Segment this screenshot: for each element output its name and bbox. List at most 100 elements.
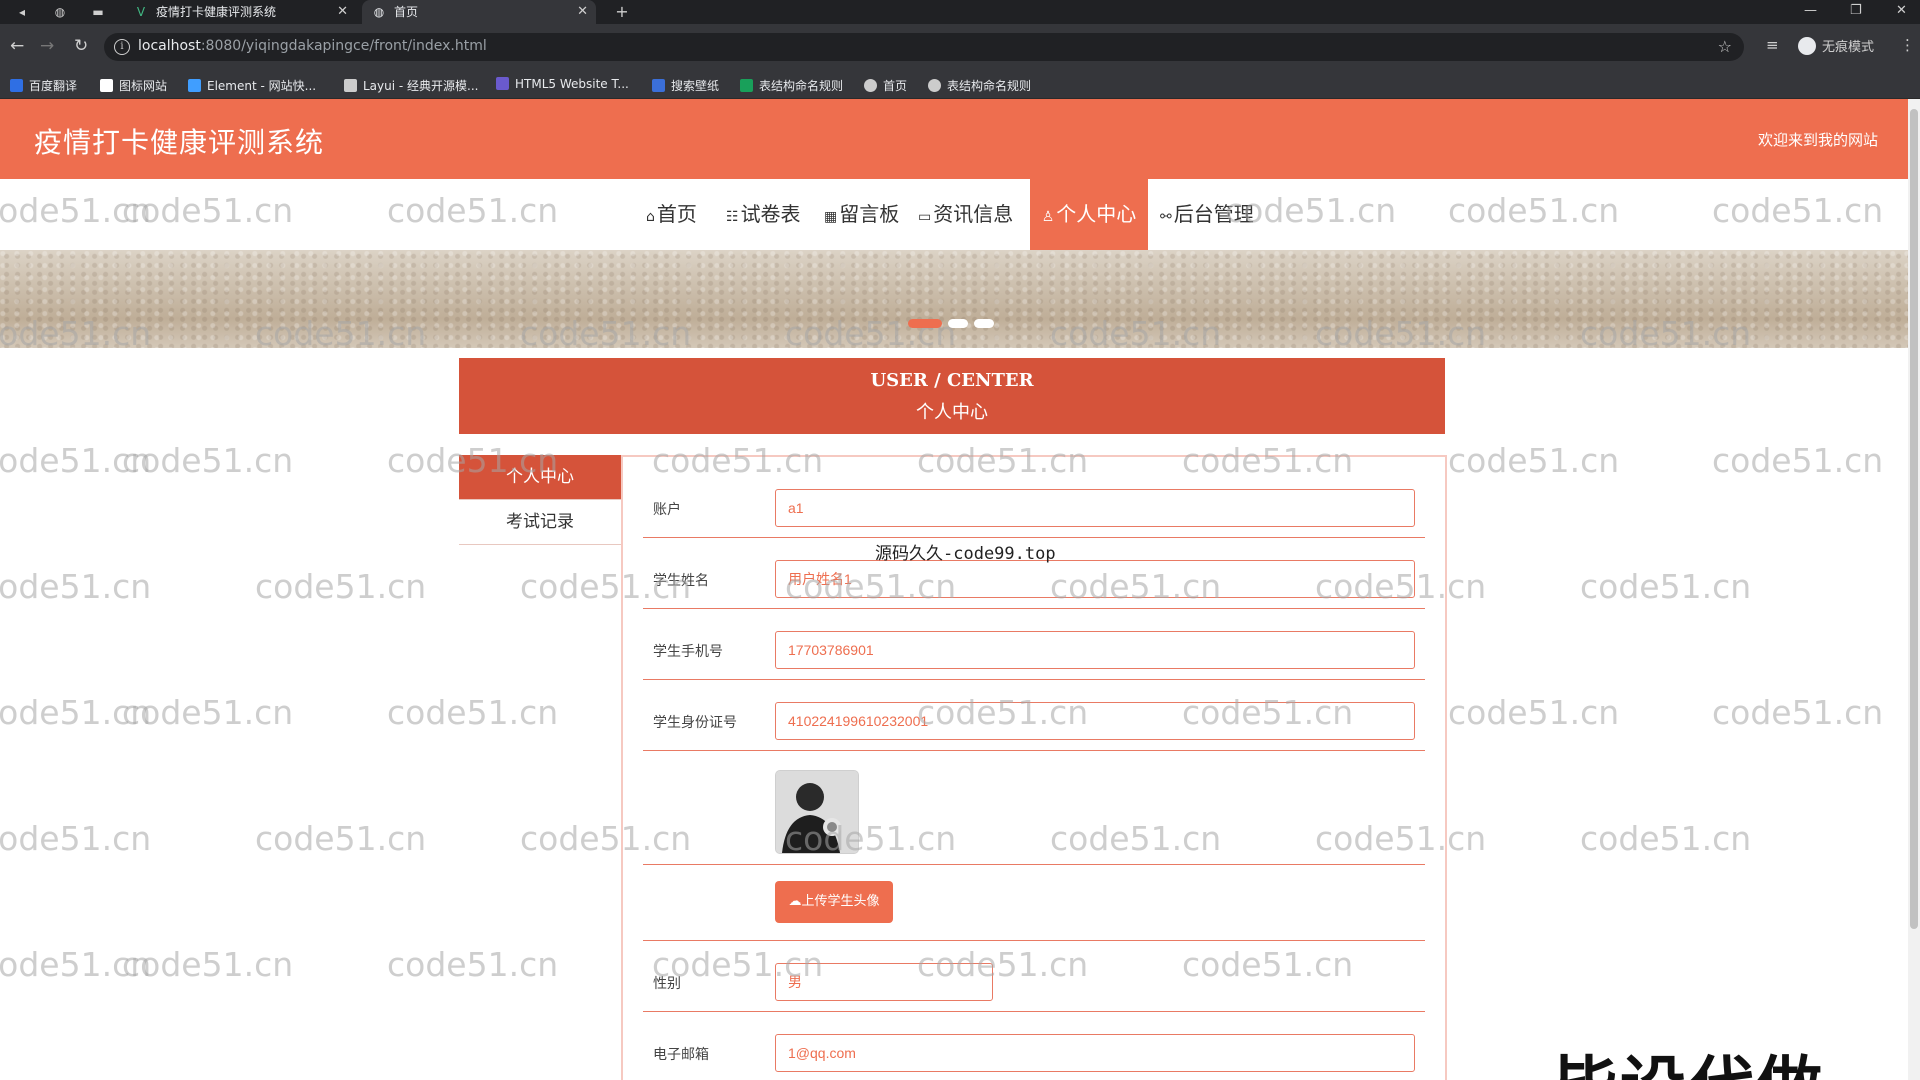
watermark: code51.cn — [0, 441, 152, 480]
email-input[interactable]: 1@qq.com — [775, 1034, 1415, 1072]
watermark: code51.cn — [122, 441, 294, 480]
bookmark-item[interactable]: HTML5 Website T... — [496, 77, 629, 91]
form-row-gender: 性别 男 — [643, 940, 1425, 1012]
heading-zh: 个人中心 — [916, 402, 988, 423]
watermark: code51.cn — [122, 945, 294, 984]
upload-avatar-button[interactable]: ☁上传学生头像 — [775, 881, 893, 923]
message-icon: ▭ — [918, 209, 932, 225]
nav-home[interactable]: ⌂ 首页 — [646, 179, 697, 250]
watermark: code51.cn — [1448, 441, 1620, 480]
user-icon: ♙ — [1041, 209, 1055, 225]
bookmark-item[interactable]: Layui - 经典开源模... — [344, 77, 478, 94]
list-icon: ☷ — [726, 209, 739, 225]
avatar-photo — [776, 771, 858, 853]
main-nav: ⌂ 首页 ☷ 试卷表 ▦ 留言板 ▭ 资讯信息 ♙ 个人中心 ⚯ 后台管理 — [0, 179, 1908, 250]
watermark: code51.cn — [1712, 441, 1884, 480]
site-header: 疫情打卡健康评测系统 欢迎来到我的网站 — [0, 99, 1908, 179]
globe-icon — [928, 79, 941, 92]
info-icon[interactable]: i — [114, 39, 130, 55]
url-host: localhost — [138, 38, 201, 54]
browser-tab-1[interactable]: V 疫情打卡健康评测系统 ✕ — [124, 0, 356, 24]
bookmarks-bar: 百度翻译 图标网站 Element - 网站快... Layui - 经典开源模… — [0, 70, 1920, 99]
browser-tab-bar: ◂ ◍ ▬ V 疫情打卡健康评测系统 ✕ ◍ 首页 ✕ + — ❐ ✕ — [0, 0, 1920, 24]
reload-icon[interactable]: ↻ — [74, 36, 88, 56]
forward-icon[interactable]: → — [40, 36, 54, 56]
watermark: code51.cn — [1448, 693, 1620, 732]
flag-icon — [100, 79, 113, 92]
reading-list-icon[interactable]: ≡ — [1766, 36, 1779, 54]
email-label: 电子邮箱 — [653, 1047, 709, 1063]
nav-admin[interactable]: ⚯ 后台管理 — [1160, 179, 1254, 250]
bookmark-item[interactable]: 百度翻译 — [10, 77, 77, 94]
address-bar[interactable]: i localhost:8080/yiqingdakapingce/front/… — [104, 33, 1744, 61]
html5-icon — [496, 77, 509, 90]
bookmark-item[interactable]: 表结构命名规则 — [928, 77, 1031, 94]
close-window-icon[interactable]: ✕ — [1896, 0, 1907, 24]
incognito-icon — [1798, 37, 1816, 55]
cloud-upload-icon: ☁ — [788, 894, 802, 909]
account-label: 账户 — [653, 502, 681, 518]
side-item-exam-records[interactable]: 考试记录 — [459, 500, 621, 545]
grid-icon: ▦ — [824, 209, 838, 225]
account-input[interactable]: a1 — [775, 489, 1415, 527]
restore-icon[interactable]: ❐ — [1850, 0, 1862, 24]
gender-select[interactable]: 男 — [775, 963, 993, 1001]
home-icon: ⌂ — [646, 209, 655, 225]
close-tab-icon[interactable]: ✕ — [577, 0, 588, 24]
bookmark-item[interactable]: 表结构命名规则 — [740, 77, 843, 94]
incognito-badge[interactable]: 无痕模式 — [1798, 36, 1874, 55]
menu-kebab-icon[interactable]: ⋮ — [1900, 36, 1915, 54]
heading-en: USER / CENTER — [870, 370, 1034, 391]
bookmark-item[interactable]: 首页 — [864, 77, 907, 94]
bookmark-star-icon[interactable]: ☆ — [1718, 37, 1732, 56]
carousel-dot[interactable] — [948, 319, 968, 328]
id-card-label: 学生身份证号 — [653, 715, 737, 731]
nav-message-board[interactable]: ▦ 留言板 — [824, 179, 899, 250]
watermark: code51.cn — [255, 567, 427, 606]
scrollbar-thumb[interactable] — [1910, 109, 1918, 929]
web-page: 疫情打卡健康评测系统 欢迎来到我的网站 ⌂ 首页 ☷ 试卷表 ▦ 留言板 ▭ 资讯信息 … — [0, 99, 1908, 1080]
user-center-heading: USER / CENTER 个人中心 — [459, 358, 1445, 434]
welcome-text: 欢迎来到我的网站 — [1757, 131, 1878, 149]
translate-icon — [10, 79, 23, 92]
form-row-account: 账户 a1 — [643, 457, 1425, 538]
watermark: code51.cn — [387, 945, 559, 984]
layui-icon — [344, 79, 357, 92]
banner-carousel — [0, 250, 1908, 348]
back-icon[interactable]: ← — [10, 36, 24, 56]
phone-label: 学生手机号 — [653, 644, 723, 660]
nav-user-center[interactable]: ♙ 个人中心 — [1030, 179, 1148, 250]
name-input[interactable]: 用户姓名1 — [775, 560, 1415, 598]
id-card-input[interactable]: 410224199610232001 — [775, 702, 1415, 740]
carousel-dot[interactable] — [974, 319, 994, 328]
phone-input[interactable]: 17703786901 — [775, 631, 1415, 669]
bookmark-item[interactable]: 图标网站 — [100, 77, 167, 94]
speaker-icon[interactable]: ◂ — [14, 4, 30, 20]
browser-tab-2[interactable]: ◍ 首页 ✕ — [362, 0, 596, 24]
site-title: 疫情打卡健康评测系统 — [34, 126, 325, 159]
avatar-image — [775, 770, 859, 854]
watermark: code51.cn — [0, 819, 152, 858]
form-row-avatar — [643, 750, 1425, 865]
bookmark-item[interactable]: 搜索壁纸 — [652, 77, 719, 94]
link-icon: ⚯ — [1160, 209, 1172, 225]
carousel-dot-active[interactable] — [908, 319, 942, 328]
watermark: code51.cn — [1580, 819, 1752, 858]
side-menu: 个人中心 考试记录 — [459, 455, 621, 545]
globe-icon: ◍ — [373, 5, 385, 19]
side-item-user-center[interactable]: 个人中心 — [459, 455, 621, 500]
close-tab-icon[interactable]: ✕ — [337, 0, 348, 24]
element-icon — [188, 79, 201, 92]
nav-exam-papers[interactable]: ☷ 试卷表 — [726, 179, 801, 250]
watermark: code51.cn — [0, 567, 152, 606]
sheet-icon — [740, 79, 753, 92]
bookmark-item[interactable]: Element - 网站快... — [188, 77, 316, 94]
new-tab-icon[interactable]: + — [614, 4, 630, 20]
minimize-icon[interactable]: — — [1804, 0, 1817, 24]
window-icon[interactable]: ▬ — [90, 4, 106, 20]
nav-news[interactable]: ▭ 资讯信息 — [918, 179, 1013, 250]
vue-logo-icon: V — [136, 5, 146, 19]
page-scrollbar[interactable] — [1908, 99, 1920, 1080]
wallpaper-icon — [652, 79, 665, 92]
globe-icon[interactable]: ◍ — [52, 4, 68, 20]
